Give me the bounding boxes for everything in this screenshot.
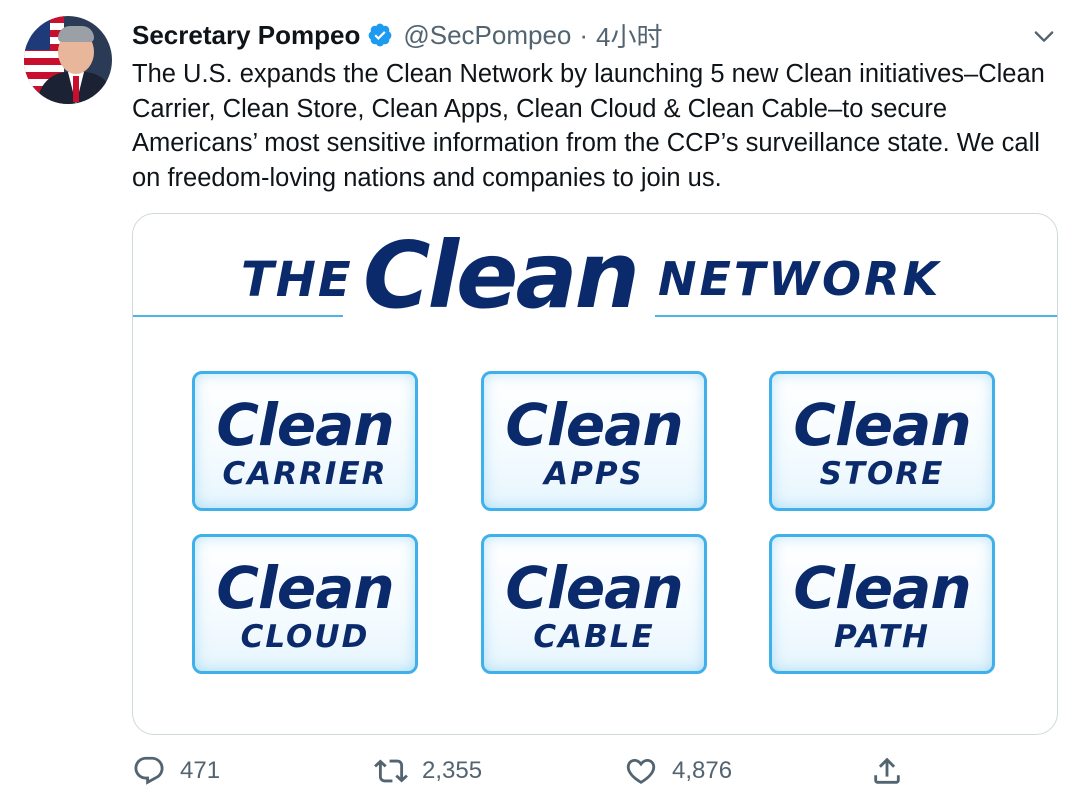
separator-dot: · bbox=[579, 19, 589, 50]
tile-sub-text: CARRIER bbox=[222, 456, 388, 492]
verified-badge-icon bbox=[368, 23, 392, 47]
avatar[interactable] bbox=[24, 16, 112, 104]
retweet-button[interactable]: 2,355 bbox=[374, 754, 482, 788]
chevron-down-icon[interactable] bbox=[1030, 22, 1058, 50]
retweet-count: 2,355 bbox=[422, 757, 483, 784]
author-handle[interactable]: @SecPompeo bbox=[403, 20, 571, 51]
share-icon bbox=[874, 757, 900, 784]
tile-clean-cable: Clean CABLE bbox=[481, 534, 707, 674]
logo-clean-text: Clean bbox=[363, 222, 640, 329]
logo-the-text: THE bbox=[241, 252, 353, 308]
tweet-text: The U.S. expands the Clean Network by la… bbox=[132, 60, 1045, 192]
reply-button[interactable]: 471 bbox=[132, 754, 220, 788]
share-button[interactable] bbox=[870, 754, 904, 788]
tile-clean-store: Clean STORE bbox=[769, 371, 995, 511]
like-icon bbox=[626, 758, 656, 784]
tile-main-text: Clean bbox=[793, 391, 971, 459]
tile-main-text: Clean bbox=[505, 554, 683, 622]
media-card[interactable]: THE Clean NETWORK Clean CARRIER Clean AP… bbox=[132, 213, 1058, 735]
tile-main-text: Clean bbox=[505, 391, 683, 459]
tile-sub-text: PATH bbox=[834, 619, 930, 655]
tweet-header: Secretary Pompeo @SecPompeo · 4小时 bbox=[132, 18, 663, 52]
like-button[interactable]: 4,876 bbox=[624, 754, 732, 788]
like-count: 4,876 bbox=[672, 757, 733, 784]
tile-sub-text: APPS bbox=[544, 456, 644, 492]
tile-main-text: Clean bbox=[793, 554, 971, 622]
logo-network-text: NETWORK bbox=[658, 252, 942, 306]
reply-count: 471 bbox=[180, 757, 221, 784]
tie-graphic bbox=[73, 76, 79, 102]
timestamp[interactable]: 4小时 bbox=[596, 17, 662, 54]
tile-main-text: Clean bbox=[216, 391, 394, 459]
logo-divider-left bbox=[133, 315, 343, 317]
tile-sub-text: CABLE bbox=[533, 619, 655, 655]
tile-main-text: Clean bbox=[216, 554, 394, 622]
author-name[interactable]: Secretary Pompeo bbox=[132, 20, 360, 51]
tile-sub-text: STORE bbox=[819, 456, 945, 492]
reply-icon bbox=[134, 756, 164, 785]
tile-clean-carrier: Clean CARRIER bbox=[192, 371, 418, 511]
tile-clean-cloud: Clean CLOUD bbox=[192, 534, 418, 674]
tweet-actions: 471 2,355 4,876 bbox=[132, 750, 1056, 794]
clean-network-image: THE Clean NETWORK Clean CARRIER Clean AP… bbox=[133, 214, 1057, 734]
tile-clean-path: Clean PATH bbox=[769, 534, 995, 674]
retweet-icon bbox=[374, 759, 408, 783]
tile-clean-apps: Clean APPS bbox=[481, 371, 707, 511]
hair-graphic bbox=[58, 26, 94, 42]
logo-divider-right bbox=[655, 315, 1057, 317]
tile-sub-text: CLOUD bbox=[240, 619, 370, 655]
